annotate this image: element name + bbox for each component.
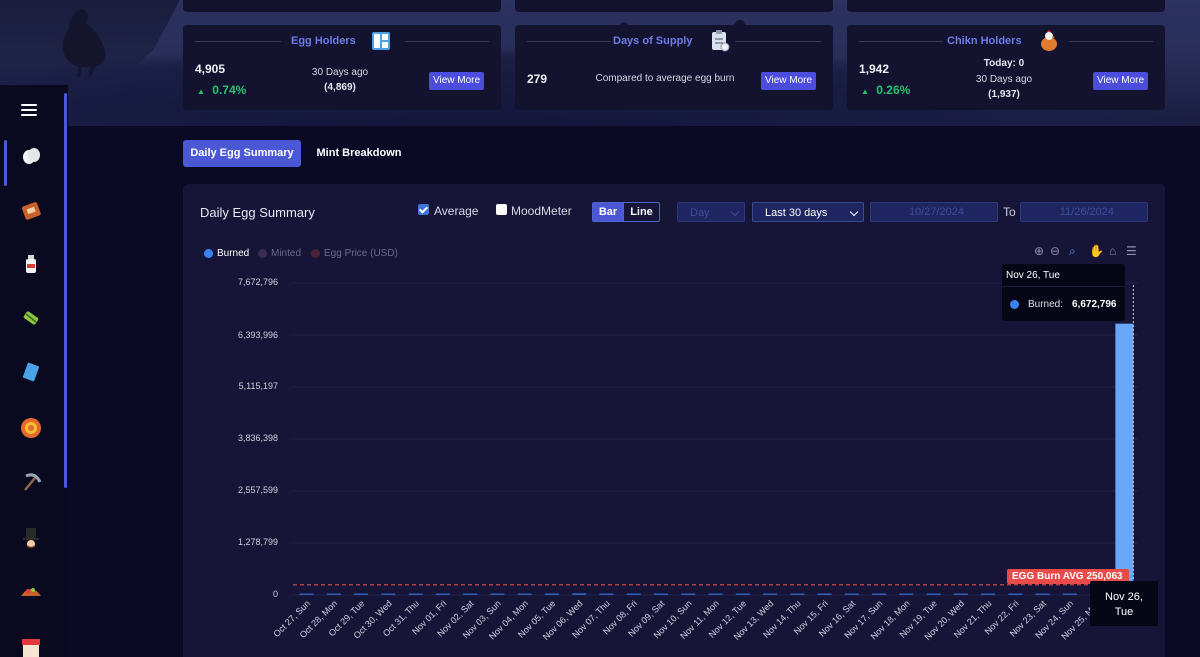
legend-egg-price[interactable]: Egg Price (USD) xyxy=(311,248,398,259)
stat-card-partial-2 xyxy=(515,0,833,12)
x-tooltip-line1: Nov 26, xyxy=(1105,591,1143,603)
egg-holders-view-more-button[interactable]: View More xyxy=(429,72,485,90)
card-title: Days of Supply xyxy=(613,35,693,47)
chevron-down-icon xyxy=(730,207,740,217)
tab-mint-breakdown[interactable]: Mint Breakdown xyxy=(308,140,410,167)
legend-label: Egg Price (USD) xyxy=(324,248,398,259)
egg-holders-card: Egg Holders 4,905 ▲ 0.74% 30 Days ago (4… xyxy=(183,25,501,110)
menu-icon[interactable]: ☰ xyxy=(1126,244,1137,258)
zoom-out-icon[interactable]: ⊖ xyxy=(1050,244,1060,258)
chicken-icon xyxy=(1041,30,1057,51)
divider xyxy=(1069,41,1153,42)
tooltip-dot xyxy=(1010,300,1019,309)
zoom-in-icon[interactable]: ⊕ xyxy=(1034,244,1044,258)
legend-label: Minted xyxy=(271,248,302,259)
tooltip-value: 6,672,796 xyxy=(1072,299,1117,310)
sidebar-active-indicator xyxy=(4,140,7,186)
days-of-supply-value: 279 xyxy=(527,72,548,86)
chikn-holders-change: ▲ 0.26% xyxy=(861,83,910,97)
legend-dot xyxy=(204,249,213,258)
egg-holders-change: ▲ 0.74% xyxy=(197,83,246,97)
y-tick-label: 6,393,996 xyxy=(237,330,278,340)
x-tooltip-line2: Tue xyxy=(1114,606,1134,618)
chart-tooltip: Nov 26, Tue Burned: 6,672,796 xyxy=(1002,264,1125,321)
candy-icon[interactable] xyxy=(19,306,43,330)
zoom-select-icon[interactable]: ⌕ xyxy=(1069,244,1076,259)
tooltip-label: Burned: xyxy=(1028,299,1064,310)
x-axis-tooltip: Nov 26, Tue xyxy=(1090,581,1158,626)
y-tick-label: 5,115,197 xyxy=(238,381,278,391)
legend-burned[interactable]: Burned xyxy=(204,248,249,259)
legend-dot xyxy=(311,249,320,258)
chevron-down-icon xyxy=(849,207,859,217)
clipboard-icon xyxy=(712,30,730,52)
date-to-input[interactable]: 11/26/2024 xyxy=(1020,202,1148,222)
divider xyxy=(859,41,943,42)
thirty-days-label: 30 Days ago xyxy=(975,74,1033,85)
chikn-holders-card: Chikn Holders 1,942 ▲ 0.26% Today: 0 30 … xyxy=(847,25,1165,110)
divider xyxy=(527,41,611,42)
tooltip-divider xyxy=(1002,286,1125,287)
divider xyxy=(405,41,489,42)
moodmeter-checkbox[interactable] xyxy=(496,204,507,215)
days-of-supply-desc: Compared to average egg burn xyxy=(595,73,735,84)
days-of-supply-card: Days of Supply 279 Compared to average e… xyxy=(515,25,833,110)
legend-dot xyxy=(258,249,267,258)
card-title: Egg Holders xyxy=(291,35,356,47)
panel-title: Daily Egg Summary xyxy=(200,205,315,220)
up-arrow-icon: ▲ xyxy=(861,87,869,96)
chikn-holders-value: 1,942 xyxy=(859,62,890,76)
legend-label: Burned xyxy=(217,248,250,259)
stat-card-partial-1 xyxy=(183,0,501,12)
legend-minted[interactable]: Minted xyxy=(258,248,301,259)
menu-icon[interactable] xyxy=(21,104,37,116)
badge-icon[interactable] xyxy=(19,416,43,440)
tooltip-header: Nov 26, Tue xyxy=(1006,270,1060,281)
stat-card-partial-3 xyxy=(847,0,1165,12)
y-tick-label: 7,672,796 xyxy=(237,277,278,287)
food-icon[interactable] xyxy=(19,578,43,602)
interval-select[interactable]: Day xyxy=(677,202,745,222)
date-from-input[interactable]: 10/27/2024 xyxy=(870,202,998,222)
y-tick-label: 3,836,398 xyxy=(237,433,278,443)
bar-toggle-button[interactable]: Bar xyxy=(592,202,624,222)
today-label: Today: 0 xyxy=(983,58,1025,69)
chikn-holders-view-more-button[interactable]: View More xyxy=(1093,72,1149,90)
change-value: 0.74% xyxy=(212,83,247,97)
moodmeter-label: MoodMeter xyxy=(511,204,572,218)
egg-holders-icon xyxy=(372,32,390,50)
top-hat-icon[interactable] xyxy=(19,526,43,550)
divider xyxy=(195,41,281,42)
thirty-days-label: 30 Days ago xyxy=(311,67,369,78)
egg-holders-value: 4,905 xyxy=(195,62,226,76)
y-tick-label: 0 xyxy=(272,589,278,599)
sidebar-scrollbar[interactable] xyxy=(64,93,67,488)
bag-icon[interactable] xyxy=(19,198,43,222)
bottle-icon[interactable] xyxy=(19,252,43,276)
days-of-supply-view-more-button[interactable]: View More xyxy=(761,72,817,90)
y-tick-label: 2,557,599 xyxy=(237,485,278,495)
to-label: To xyxy=(1003,205,1016,219)
average-label: Average xyxy=(434,204,479,218)
thirty-days-value: (4,869) xyxy=(324,82,356,93)
change-value: 0.26% xyxy=(876,83,911,97)
thirty-days-value: (1,937) xyxy=(988,89,1020,100)
card-title: Chikn Holders xyxy=(947,35,1022,47)
line-toggle-button[interactable]: Line xyxy=(623,202,660,222)
divider xyxy=(735,41,821,42)
pan-icon[interactable]: ✋ xyxy=(1089,244,1104,258)
shop-icon[interactable] xyxy=(19,636,43,657)
range-select[interactable]: Last 30 days xyxy=(752,202,864,222)
ticket-icon[interactable] xyxy=(19,360,43,384)
y-tick-label: 1,278,799 xyxy=(237,537,278,547)
home-icon[interactable]: ⌂ xyxy=(1109,244,1116,258)
interval-value: Day xyxy=(690,207,710,219)
pickaxe-icon[interactable] xyxy=(19,470,43,494)
range-value: Last 30 days xyxy=(765,207,828,219)
up-arrow-icon: ▲ xyxy=(197,87,205,96)
tab-daily-egg-summary[interactable]: Daily Egg Summary xyxy=(183,140,301,167)
average-checkbox[interactable] xyxy=(418,204,429,215)
egg-icon[interactable] xyxy=(19,144,43,168)
chicken-silhouette-icon xyxy=(62,9,106,77)
